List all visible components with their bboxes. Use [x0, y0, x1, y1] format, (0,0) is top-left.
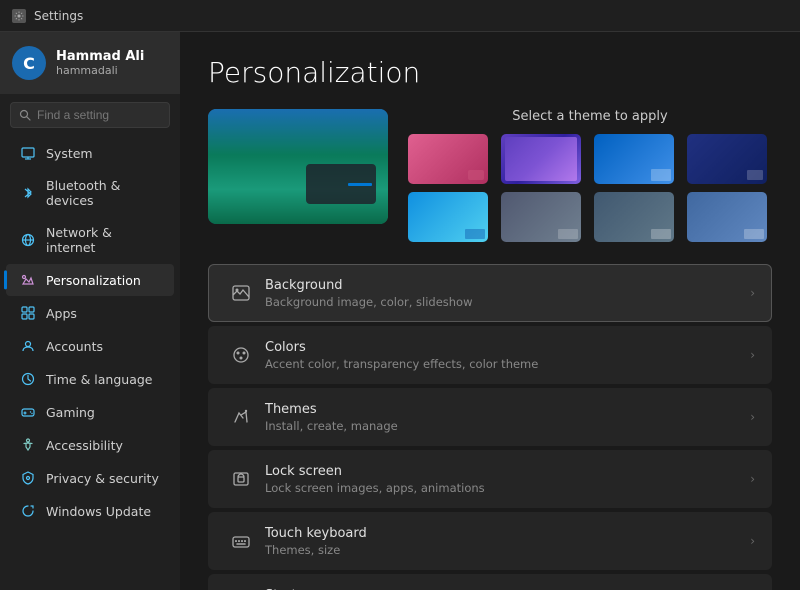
colors-chevron: › — [750, 348, 755, 362]
theme-preview-inner — [208, 109, 388, 224]
title-bar-text: Settings — [34, 9, 83, 23]
background-icon — [225, 277, 257, 309]
settings-icon — [12, 9, 26, 23]
sidebar-item-label-bluetooth: Bluetooth & devices — [46, 178, 160, 208]
sidebar-item-personalization[interactable]: Personalization — [6, 264, 174, 296]
lockscreen-chevron: › — [750, 472, 755, 486]
search-input[interactable] — [37, 108, 161, 122]
sidebar-item-label-accessibility: Accessibility — [46, 438, 123, 453]
sidebar-item-label-personalization: Personalization — [46, 273, 141, 288]
background-text: Background Background image, color, slid… — [265, 278, 750, 309]
themes-icon — [225, 401, 257, 433]
sidebar-item-update[interactable]: Windows Update — [6, 495, 174, 527]
user-info: Hammad Ali hammadali — [56, 49, 144, 77]
content-area: Personalization Select a theme to apply — [180, 32, 800, 590]
theme-section: Select a theme to apply — [208, 109, 772, 242]
time-icon — [20, 371, 36, 387]
colors-icon — [225, 339, 257, 371]
sidebar-item-apps[interactable]: Apps — [6, 297, 174, 329]
accounts-icon — [20, 338, 36, 354]
theme-thumb-6[interactable] — [501, 192, 581, 242]
touchkeyboard-chevron: › — [750, 534, 755, 548]
settings-item-background[interactable]: Background Background image, color, slid… — [208, 264, 772, 322]
sidebar-item-privacy[interactable]: Privacy & security — [6, 462, 174, 494]
background-desc: Background image, color, slideshow — [265, 295, 750, 309]
user-name: Hammad Ali — [56, 49, 144, 64]
theme-grid — [408, 134, 772, 242]
theme-thumb-5[interactable] — [408, 192, 488, 242]
lockscreen-text: Lock screen Lock screen images, apps, an… — [265, 464, 750, 495]
lockscreen-desc: Lock screen images, apps, animations — [265, 481, 750, 495]
background-chevron: › — [750, 286, 755, 300]
settings-item-colors[interactable]: Colors Accent color, transparency effect… — [208, 326, 772, 384]
sidebar-item-bluetooth[interactable]: Bluetooth & devices — [6, 170, 174, 216]
touchkeyboard-text: Touch keyboard Themes, size — [265, 526, 750, 557]
gaming-icon — [20, 404, 36, 420]
themes-text: Themes Install, create, manage — [265, 402, 750, 433]
network-icon — [20, 232, 36, 248]
touchkeyboard-desc: Themes, size — [265, 543, 750, 557]
sidebar-nav: System Bluetooth & devices — [0, 136, 180, 528]
system-icon — [20, 145, 36, 161]
settings-list: Background Background image, color, slid… — [208, 264, 772, 590]
sidebar-item-label-accounts: Accounts — [46, 339, 103, 354]
sidebar-item-label-gaming: Gaming — [46, 405, 95, 420]
sidebar-item-system[interactable]: System — [6, 137, 174, 169]
sidebar-item-label-network: Network & internet — [46, 225, 160, 255]
theme-select-area: Select a theme to apply — [408, 109, 772, 242]
update-icon — [20, 503, 36, 519]
theme-thumb-2[interactable] — [501, 134, 581, 184]
search-box[interactable] — [10, 102, 170, 128]
title-bar: Settings — [0, 0, 800, 32]
sidebar-item-label-update: Windows Update — [46, 504, 151, 519]
apps-icon — [20, 305, 36, 321]
sidebar-item-label-system: System — [46, 146, 93, 161]
settings-item-lockscreen[interactable]: Lock screen Lock screen images, apps, an… — [208, 450, 772, 508]
colors-title: Colors — [265, 340, 750, 355]
page-title: Personalization — [208, 56, 772, 89]
theme-thumb-4[interactable] — [687, 134, 767, 184]
theme-select-title: Select a theme to apply — [408, 109, 772, 124]
touchkeyboard-icon — [225, 525, 257, 557]
user-panel[interactable]: C Hammad Ali hammadali — [0, 32, 180, 94]
touchkeyboard-title: Touch keyboard — [265, 526, 750, 541]
theme-thumb-3[interactable] — [594, 134, 674, 184]
sidebar-item-label-time: Time & language — [46, 372, 152, 387]
settings-item-touchkeyboard[interactable]: Touch keyboard Themes, size › — [208, 512, 772, 570]
colors-text: Colors Accent color, transparency effect… — [265, 340, 750, 371]
accessibility-icon — [20, 437, 36, 453]
user-handle: hammadali — [56, 64, 144, 77]
themes-desc: Install, create, manage — [265, 419, 750, 433]
background-title: Background — [265, 278, 750, 293]
theme-thumb-8[interactable] — [687, 192, 767, 242]
lockscreen-icon — [225, 463, 257, 495]
sidebar-item-accessibility[interactable]: Accessibility — [6, 429, 174, 461]
settings-item-start[interactable]: Start Recent apps and items, folders › — [208, 574, 772, 590]
sidebar-item-gaming[interactable]: Gaming — [6, 396, 174, 428]
bluetooth-icon — [20, 185, 36, 201]
avatar: C — [12, 46, 46, 80]
sidebar-item-label-privacy: Privacy & security — [46, 471, 159, 486]
sidebar-item-label-apps: Apps — [46, 306, 77, 321]
sidebar-item-accounts[interactable]: Accounts — [6, 330, 174, 362]
theme-thumb-7[interactable] — [594, 192, 674, 242]
theme-preview — [208, 109, 388, 224]
themes-chevron: › — [750, 410, 755, 424]
lockscreen-title: Lock screen — [265, 464, 750, 479]
personalization-icon — [20, 272, 36, 288]
sidebar-item-time[interactable]: Time & language — [6, 363, 174, 395]
search-icon — [19, 109, 31, 121]
sidebar: C Hammad Ali hammadali — [0, 32, 180, 590]
colors-desc: Accent color, transparency effects, colo… — [265, 357, 750, 371]
main-container: C Hammad Ali hammadali — [0, 32, 800, 590]
themes-title: Themes — [265, 402, 750, 417]
settings-item-themes[interactable]: Themes Install, create, manage › — [208, 388, 772, 446]
privacy-icon — [20, 470, 36, 486]
sidebar-item-network[interactable]: Network & internet — [6, 217, 174, 263]
theme-thumb-1[interactable] — [408, 134, 488, 184]
